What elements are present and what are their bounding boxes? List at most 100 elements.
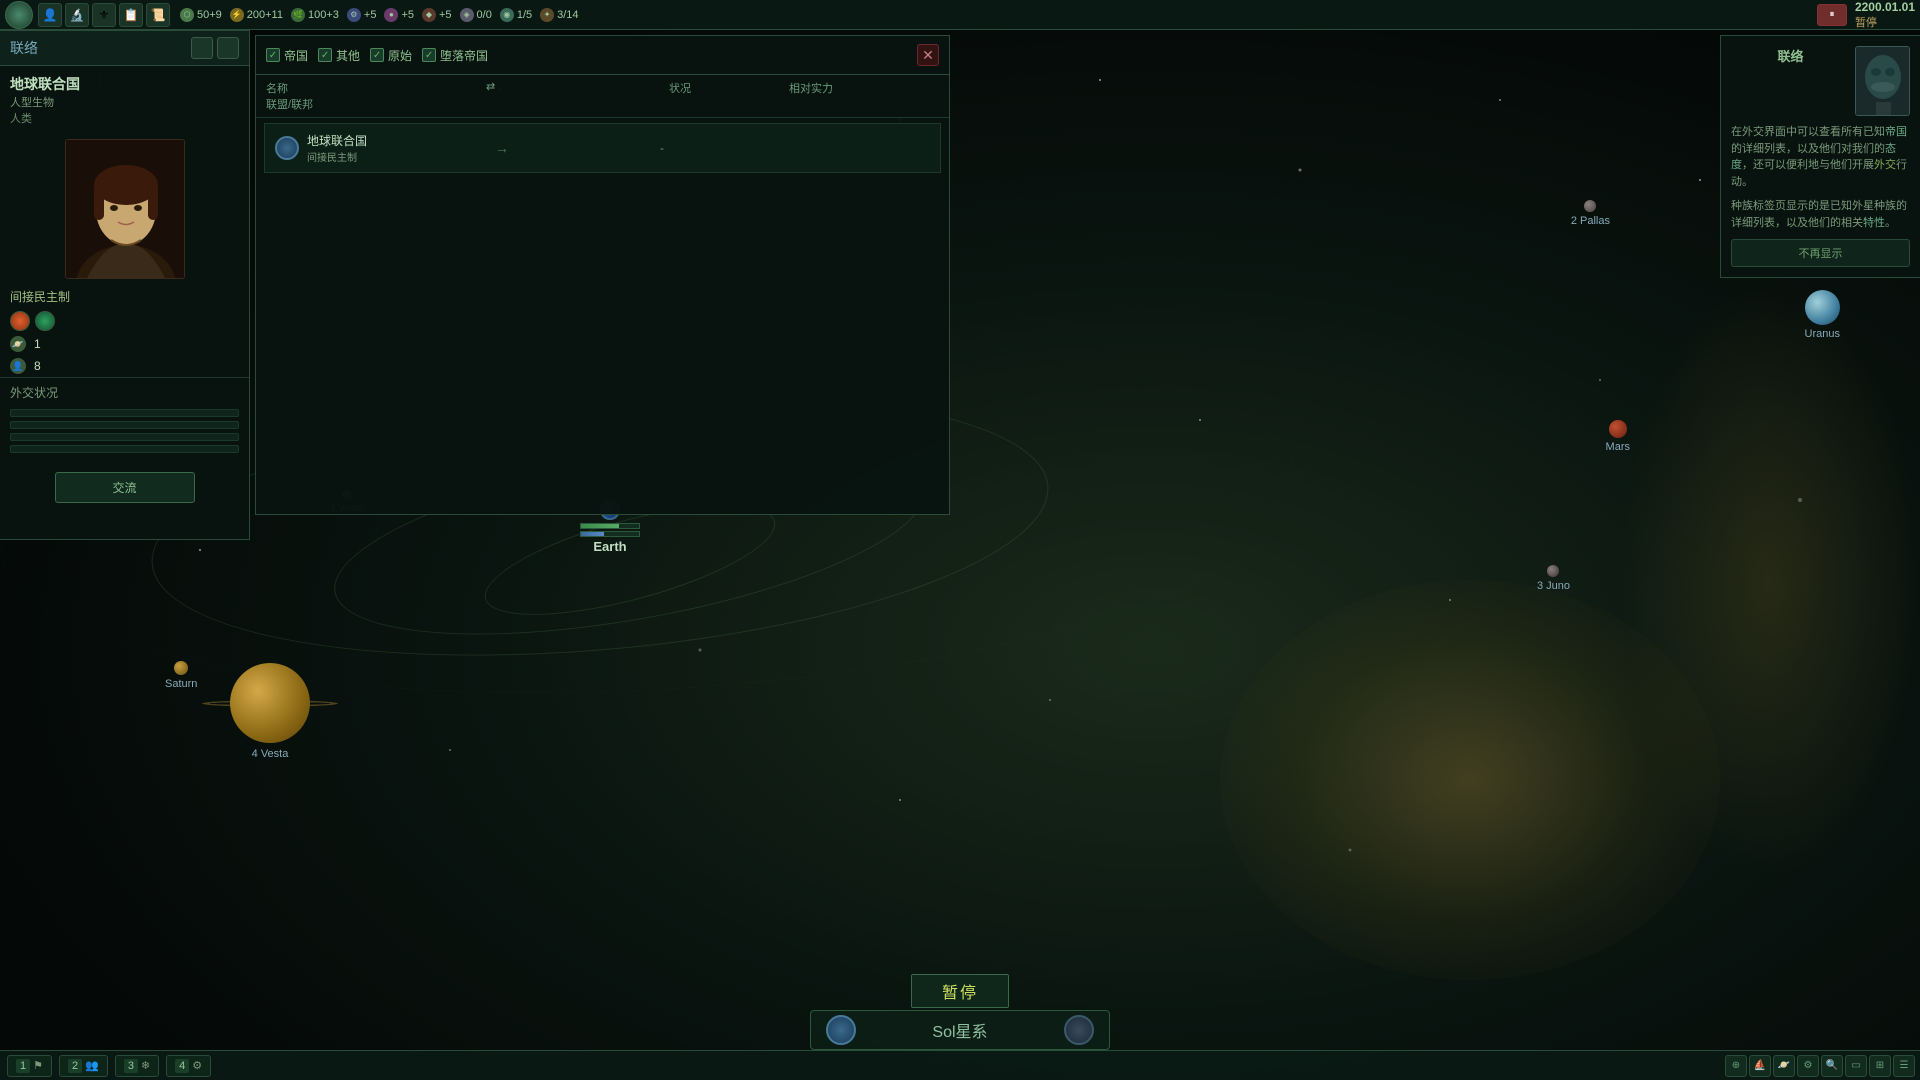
- leaders-icon[interactable]: 👤: [38, 3, 62, 27]
- consumer-value: 1/5: [517, 9, 532, 21]
- close-diplo-button[interactable]: ✕: [917, 44, 939, 66]
- filter-other-checkbox[interactable]: ✓: [318, 48, 332, 62]
- influence-value: +5: [439, 9, 452, 21]
- info-paragraph-2: 种族标签页显示的是已知外星种族的详细列表，以及他们的相关特性。: [1731, 198, 1910, 231]
- juno-planet[interactable]: 3 Juno: [1537, 565, 1570, 592]
- grid-icon[interactable]: ⊞: [1869, 1055, 1891, 1077]
- zoom-icon[interactable]: 🔍: [1821, 1055, 1843, 1077]
- rare-value: 3/14: [557, 9, 578, 21]
- pallas-body: [1584, 200, 1596, 212]
- mars-planet[interactable]: Mars: [1606, 420, 1630, 453]
- titan-label: Saturn: [165, 678, 197, 690]
- uranus-body: [1805, 290, 1840, 325]
- status-bar-3: [10, 433, 239, 441]
- saturn-label: 4 Vesta: [230, 748, 310, 760]
- empire-icon-2[interactable]: [217, 37, 239, 59]
- ship-icon[interactable]: ⛵: [1749, 1055, 1771, 1077]
- empire-name: 地球联合国: [10, 74, 239, 94]
- right-panel-title: 联络: [1731, 46, 1850, 65]
- sol-system-icon[interactable]: [826, 1015, 856, 1045]
- traditions-icon[interactable]: ⚜: [92, 3, 116, 27]
- pop-stat-icon: 👤: [10, 358, 26, 374]
- titan-planet[interactable]: Saturn: [165, 661, 197, 690]
- alien-portrait-svg: [1856, 47, 1910, 116]
- pause-overlay: 暂停: [911, 974, 1009, 1008]
- consumer-icon: ◉: [500, 8, 514, 22]
- bottom-tab-4[interactable]: 4 ⚙: [166, 1055, 211, 1077]
- col-name: 名称: [266, 80, 486, 96]
- mars-body: [1609, 420, 1627, 438]
- top-right-controls: ⏸ 2200.01.01 暂停: [1817, 0, 1915, 30]
- earth-bar-fill-1: [581, 524, 619, 528]
- earth-bar-fill-2: [581, 532, 604, 536]
- tech-icon[interactable]: 🔬: [65, 3, 89, 27]
- food-value: 100+3: [308, 9, 339, 21]
- filter-fallen-label: 堕落帝国: [440, 47, 488, 64]
- pause-display-text: 暂停: [911, 974, 1009, 1008]
- filter-primitive[interactable]: ✓ 原始: [370, 47, 412, 64]
- tech-resource: ⚙ +5: [347, 8, 377, 22]
- bottom-tab-2[interactable]: 2 👥: [59, 1055, 108, 1077]
- empire-icon-1[interactable]: [191, 37, 213, 59]
- filter-empire[interactable]: ✓ 帝国: [266, 47, 308, 64]
- pause-button[interactable]: ⏸: [1817, 4, 1847, 26]
- unity-resource: ● +5: [384, 8, 414, 22]
- uranus-planet[interactable]: Uranus: [1805, 290, 1840, 340]
- col-power: 相对实力: [789, 80, 939, 96]
- resource-bar: ⬡ 50+9 ⚡ 200+11 🌿 100+3 ⚙ +5 ● +5 ◆ +5 ◈…: [180, 8, 1817, 22]
- policies-icon[interactable]: 📋: [119, 3, 143, 27]
- pallas-planet[interactable]: 2 Pallas: [1571, 200, 1610, 227]
- row-empire-gov: 间接民主制: [307, 149, 367, 164]
- screen-icon[interactable]: ▭: [1845, 1055, 1867, 1077]
- exchange-button[interactable]: 交流: [55, 472, 195, 503]
- filter-primitive-checkbox[interactable]: ✓: [370, 48, 384, 62]
- rare-resource: ✦ 3/14: [540, 8, 578, 22]
- menu-icon[interactable]: ☰: [1893, 1055, 1915, 1077]
- top-bar: 👤 🔬 ⚜ 📋 📜 ⬡ 50+9 ⚡ 200+11 🌿 100+3 ⚙ +5 ●…: [0, 0, 1920, 30]
- row-empire-name: 地球联合国: [307, 132, 367, 149]
- energy-resource: ⚡ 200+11: [230, 8, 283, 22]
- unity-icon: ●: [384, 8, 398, 22]
- filter-fallen-checkbox[interactable]: ✓: [422, 48, 436, 62]
- planet-list-icon[interactable]: 🪐: [1773, 1055, 1795, 1077]
- earth-label: Earth: [580, 539, 640, 554]
- diplo-filter-bar: ✓ 帝国 ✓ 其他 ✓ 原始 ✓ 堕落帝国 ✕: [256, 36, 949, 75]
- bottom-tab-3[interactable]: 3 ❄: [115, 1055, 159, 1077]
- filter-empire-checkbox[interactable]: ✓: [266, 48, 280, 62]
- bottom-bar: 1 ⚑ 2 👥 3 ❄ 4 ⚙ ⊕ ⛵ 🪐 ⚙ 🔍 ▭ ⊞ ☰: [0, 1050, 1920, 1080]
- table-row[interactable]: 地球联合国 间接民主制 → -: [264, 123, 941, 173]
- date-display: 2200.01.01 暂停: [1855, 0, 1915, 30]
- population-stat: 👤 8: [0, 355, 249, 377]
- info-paragraph-1: 在外交界面中可以查看所有已知帝国的详细列表，以及他们对我们的态度，还可以便利地与…: [1731, 124, 1910, 190]
- tech-value: +5: [364, 9, 377, 21]
- ethics-icon-2: [35, 311, 55, 331]
- empire-flag: [275, 136, 299, 160]
- filter-fallen[interactable]: ✓ 堕落帝国: [422, 47, 488, 64]
- bottom-tab-1[interactable]: 1 ⚑: [7, 1055, 52, 1077]
- alloys-icon: ◈: [460, 8, 474, 22]
- saturn-body: [230, 663, 310, 743]
- sol-right-icon[interactable]: [1064, 1015, 1094, 1045]
- checkmark-primitive: ✓: [373, 50, 381, 61]
- uranus-label: Uranus: [1805, 328, 1840, 340]
- tab-num-1: 1: [16, 1059, 30, 1073]
- leader-portrait[interactable]: [65, 139, 185, 279]
- edicts-icon[interactable]: 📜: [146, 3, 170, 27]
- settings-icon-b[interactable]: ⚙: [1797, 1055, 1819, 1077]
- planets-stat: 🪐 1: [0, 333, 249, 355]
- earth-bar-2: [580, 531, 640, 537]
- food-icon: 🌿: [291, 8, 305, 22]
- unity-value: +5: [401, 9, 414, 21]
- row-empire-info: 地球联合国 间接民主制: [275, 132, 495, 164]
- status-bar-1: [10, 409, 239, 417]
- titan-body: [174, 661, 188, 675]
- filter-other[interactable]: ✓ 其他: [318, 47, 360, 64]
- government-type: 间接民主制: [0, 284, 249, 309]
- saturn-planet[interactable]: 4 Vesta: [230, 663, 310, 760]
- map-mode-icon[interactable]: ⊕: [1725, 1055, 1747, 1077]
- portrait-svg: [66, 140, 185, 279]
- no-show-button[interactable]: 不再显示: [1731, 239, 1910, 267]
- game-logo[interactable]: [5, 1, 33, 29]
- earth-bar-1: [580, 523, 640, 529]
- row-arrow: →: [495, 140, 660, 156]
